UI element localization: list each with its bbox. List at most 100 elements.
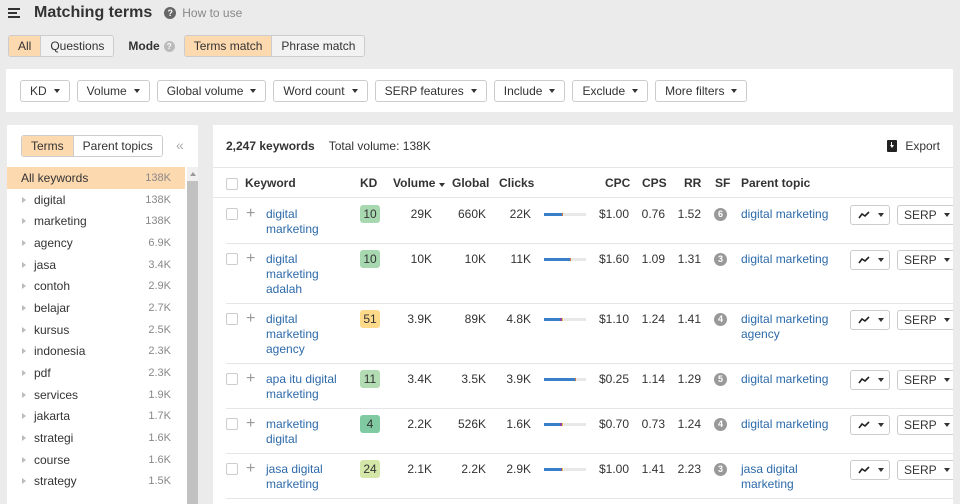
expand-triangle-icon[interactable] [22,391,26,398]
row-checkbox[interactable] [226,418,238,430]
select-all-checkbox[interactable] [226,178,238,190]
serp-dropdown[interactable]: SERP [897,415,953,435]
col-kd[interactable]: KD [360,176,377,190]
sidebar-item-marketing[interactable]: marketing 138K [7,210,185,232]
parent-topic-link[interactable]: digital marketing [741,252,836,267]
sidebar-item-strategy[interactable]: strategy 1.5K [7,471,185,493]
serp-dropdown[interactable]: SERP [897,370,953,390]
sidebar-item-digital[interactable]: digital 138K [7,189,185,211]
col-cpc[interactable]: CPC [605,176,630,190]
filter-word-count-dropdown[interactable]: Word count [273,79,368,102]
keyword-link[interactable]: marketing digital [266,417,341,447]
col-clicks[interactable]: Clicks [499,176,534,190]
row-checkbox[interactable] [226,463,238,475]
row-checkbox[interactable] [226,313,238,325]
expand-triangle-icon[interactable] [22,261,26,268]
sidebar-item-jakarta[interactable]: jakarta 1.7K [7,406,185,428]
parent-topic-link[interactable]: digital marketing agency [741,312,836,342]
sidebar-item-pdf[interactable]: pdf 2.3K [7,362,185,384]
serp-dropdown[interactable]: SERP [897,310,953,330]
sidebar-scrollbar[interactable] [187,167,198,504]
filter-exclude-dropdown[interactable]: Exclude [572,79,649,102]
add-keyword-icon[interactable]: + [246,206,255,222]
trend-chart-dropdown[interactable] [850,205,890,225]
trend-chart-dropdown[interactable] [850,415,890,435]
expand-triangle-icon[interactable] [22,456,26,463]
sidebar-item-kursus[interactable]: kursus 2.5K [7,319,185,341]
scroll-up-arrow-icon[interactable] [190,172,196,176]
trend-chart-dropdown[interactable] [850,250,890,270]
tab-all[interactable]: All [9,36,41,56]
add-keyword-icon[interactable]: + [246,416,255,432]
sidebar-item-course[interactable]: course 1.6K [7,449,185,471]
parent-topic-link[interactable]: jasa digital marketing [741,462,836,492]
keyword-link[interactable]: digital marketing [266,207,341,237]
sidebar-item-jasa[interactable]: jasa 3.4K [7,254,185,276]
parent-topic-link[interactable]: digital marketing [741,207,836,222]
col-keyword[interactable]: Keyword [245,176,296,190]
sidebar-item-contoh[interactable]: contoh 2.9K [7,275,185,297]
expand-triangle-icon[interactable] [22,239,26,246]
hamburger-menu-icon[interactable] [8,8,20,18]
serp-features-count[interactable]: 4 [714,313,727,326]
col-cps[interactable]: CPS [642,176,667,190]
expand-triangle-icon[interactable] [22,370,26,377]
trend-chart-dropdown[interactable] [850,460,890,480]
how-to-use-link[interactable]: How to use [182,6,242,20]
page-scrollbar[interactable] [953,125,960,504]
serp-features-count[interactable]: 3 [714,463,727,476]
expand-triangle-icon[interactable] [22,478,26,485]
sidebar-item-services[interactable]: services 1.9K [7,384,185,406]
col-volume[interactable]: Volume [393,176,446,190]
keyword-link[interactable]: apa itu digital marketing [266,372,341,402]
expand-triangle-icon[interactable] [22,326,26,333]
expand-triangle-icon[interactable] [22,283,26,290]
keyword-link[interactable]: digital marketing adalah [266,252,341,297]
add-keyword-icon[interactable]: + [246,371,255,387]
add-keyword-icon[interactable]: + [246,311,255,327]
serp-dropdown[interactable]: SERP [897,250,953,270]
sidebar-item-all-keywords[interactable]: All keywords 138K [7,167,185,189]
add-keyword-icon[interactable]: + [246,251,255,267]
tab-parent-topics[interactable]: Parent topics [72,136,162,156]
col-global[interactable]: Global [452,176,489,190]
filter-kd-dropdown[interactable]: KD [20,79,70,102]
serp-dropdown[interactable]: SERP [897,460,953,480]
trend-chart-dropdown[interactable] [850,370,890,390]
export-button[interactable]: Export [887,139,940,153]
expand-triangle-icon[interactable] [22,435,26,442]
expand-triangle-icon[interactable] [22,348,26,355]
phrase-match-button[interactable]: Phrase match [271,36,365,56]
expand-triangle-icon[interactable] [22,413,26,420]
row-checkbox[interactable] [226,373,238,385]
filter-more-filters-dropdown[interactable]: More filters [655,79,748,102]
serp-dropdown[interactable]: SERP [897,205,953,225]
terms-match-button[interactable]: Terms match [184,36,272,56]
expand-triangle-icon[interactable] [22,196,26,203]
mode-help-icon[interactable]: ? [163,40,175,52]
sidebar-item-strategi[interactable]: strategi 1.6K [7,427,185,449]
question-circle-icon[interactable]: ? [164,7,177,19]
expand-triangle-icon[interactable] [22,218,26,225]
add-keyword-icon[interactable]: + [246,461,255,477]
filter-global-volume-dropdown[interactable]: Global volume [156,79,267,102]
keyword-link[interactable]: jasa digital marketing [266,462,341,492]
row-checkbox[interactable] [226,253,238,265]
filter-include-dropdown[interactable]: Include [493,79,566,102]
row-checkbox[interactable] [226,208,238,220]
sidebar-item-belajar[interactable]: belajar 2.7K [7,297,185,319]
scrollbar-thumb[interactable] [187,181,198,504]
sidebar-item-indonesia[interactable]: indonesia 2.3K [7,341,185,363]
keyword-link[interactable]: digital marketing agency [266,312,341,357]
serp-features-count[interactable]: 3 [714,253,727,266]
parent-topic-link[interactable]: digital marketing [741,417,836,432]
tab-terms[interactable]: Terms [22,136,73,156]
serp-features-count[interactable]: 6 [714,208,727,221]
tab-questions[interactable]: Questions [40,36,114,56]
sidebar-item-agency[interactable]: agency 6.9K [7,232,185,254]
serp-features-count[interactable]: 5 [714,373,727,386]
serp-features-count[interactable]: 4 [714,418,727,431]
filter-serp-features-dropdown[interactable]: SERP features [374,79,487,102]
col-sf[interactable]: SF [715,176,730,190]
col-parent-topic[interactable]: Parent topic [741,176,810,190]
